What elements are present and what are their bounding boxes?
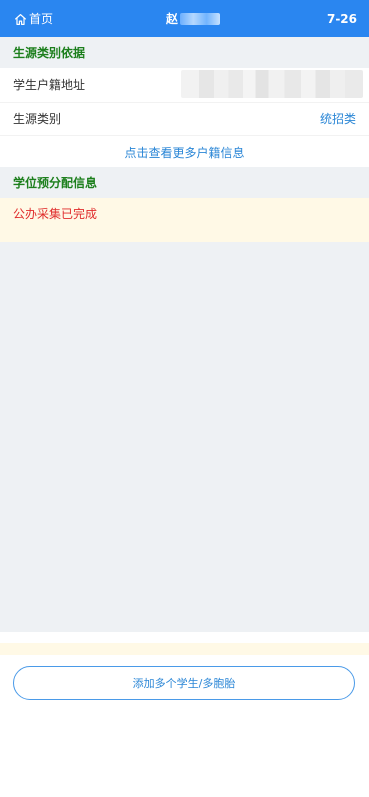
- home-button[interactable]: 首页: [14, 9, 53, 29]
- redacted-name-mask: [180, 13, 221, 25]
- student-name: 赵: [166, 12, 179, 26]
- degree-status-box: 公办采集已完成: [0, 198, 369, 242]
- degree-preallocation-title: 学位预分配信息: [13, 176, 98, 190]
- home-icon: [14, 13, 27, 26]
- address-label: 学生户籍地址: [13, 78, 86, 92]
- date-label: 7-26: [326, 12, 357, 26]
- add-multiple-students-button[interactable]: 添加多个学生/多胞胎: [13, 666, 355, 700]
- section-header-source-basis: 生源类别依据: [0, 37, 369, 68]
- row-divider: [0, 135, 369, 136]
- source-basis-title: 生源类别依据: [13, 46, 86, 60]
- section-header-degree-preallocation: 学位预分配信息: [0, 167, 369, 198]
- redacted-address: [181, 70, 363, 98]
- page-title: 赵: [166, 9, 221, 29]
- address-row: 学生户籍地址: [0, 68, 369, 102]
- top-navigation-bar: 首页 赵 7-26: [0, 0, 369, 37]
- category-row: 生源类别 统招类: [0, 103, 369, 135]
- category-label: 生源类别: [13, 112, 62, 126]
- view-more-household-info-link[interactable]: 点击查看更多户籍信息: [0, 145, 369, 161]
- category-value: 统招类: [319, 112, 356, 126]
- notice-bar: [0, 643, 369, 655]
- student-info-page: 首页 赵 7-26 生源类别依据 学生户籍地址 生源类别 统招类 点击查看更多户…: [0, 0, 369, 797]
- home-label: 首页: [29, 12, 54, 26]
- degree-status-text: 公办采集已完成: [13, 207, 98, 221]
- content-empty-area: [0, 242, 369, 632]
